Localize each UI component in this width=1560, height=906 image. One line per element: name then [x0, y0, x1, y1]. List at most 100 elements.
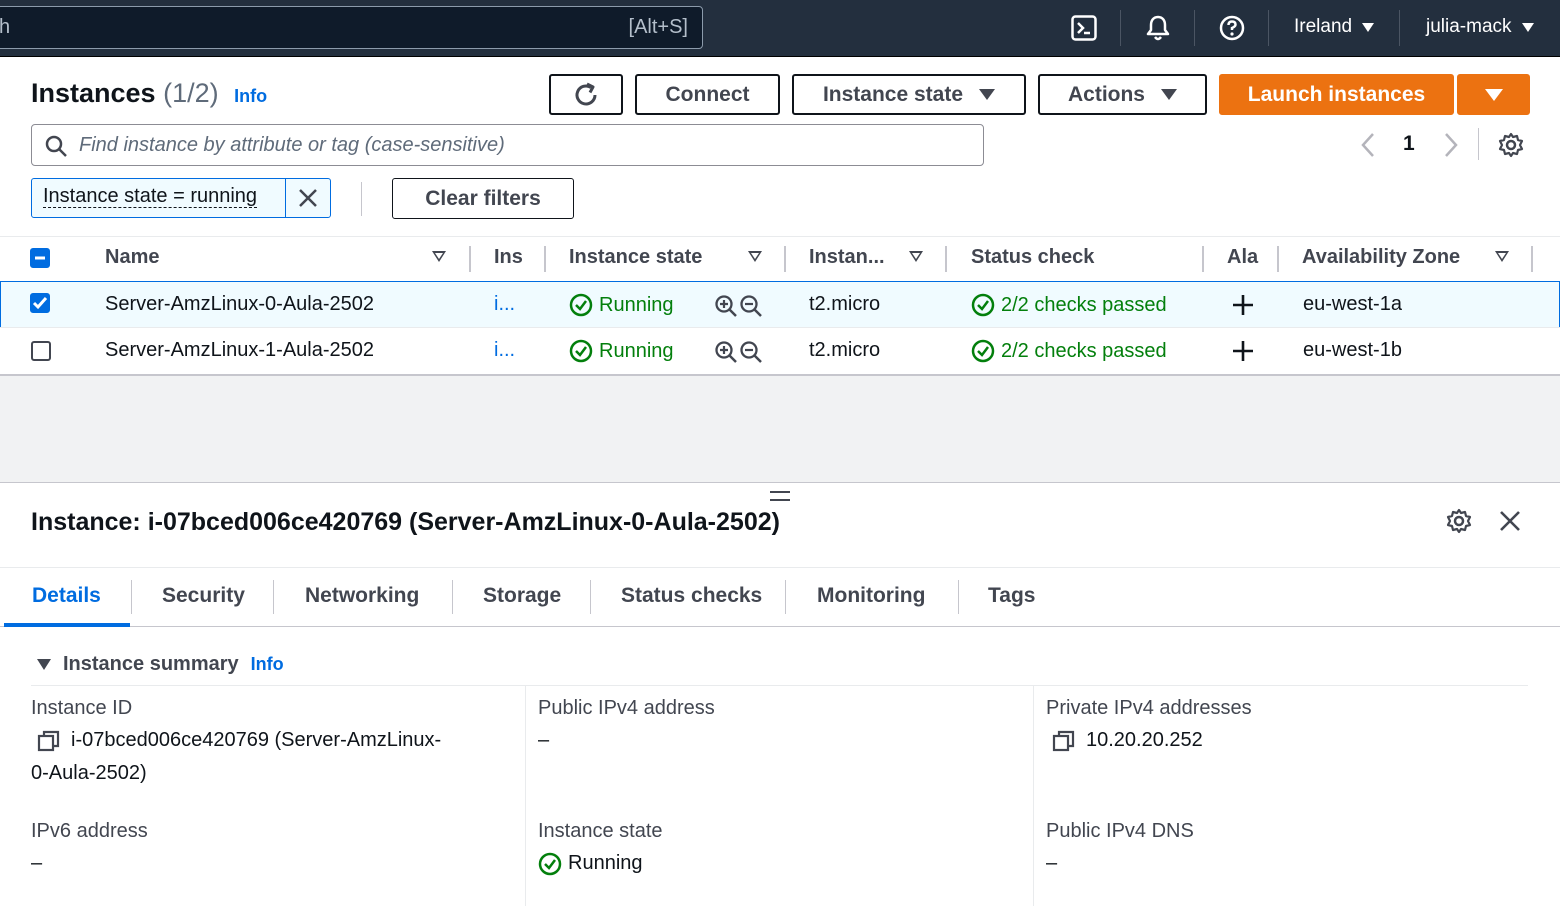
- help-icon[interactable]: [1217, 13, 1247, 43]
- tab-security[interactable]: Security: [162, 584, 245, 608]
- nav-divider: [1268, 10, 1269, 46]
- global-search-input[interactable]: h [Alt+S]: [0, 6, 703, 49]
- launch-dropdown-button[interactable]: [1457, 74, 1530, 115]
- region-label: Ireland: [1294, 16, 1353, 37]
- instance-summary-label: Instance summary: [63, 653, 239, 675]
- tab-tags[interactable]: Tags: [988, 584, 1035, 608]
- launch-instances-button[interactable]: Launch instances: [1219, 74, 1454, 115]
- zoom-in-icon[interactable]: [714, 294, 738, 318]
- column-divider[interactable]: [1202, 246, 1204, 272]
- gear-icon[interactable]: [1497, 131, 1525, 159]
- column-divider[interactable]: [544, 246, 546, 272]
- resize-handle[interactable]: [770, 491, 790, 501]
- cloudshell-icon[interactable]: [1069, 13, 1099, 43]
- availability-zone: eu-west-1a: [1303, 293, 1402, 315]
- column-header-alarm[interactable]: Ala: [1227, 246, 1258, 269]
- info-link[interactable]: Info: [251, 654, 284, 675]
- add-alarm-icon[interactable]: [1231, 293, 1255, 317]
- filter-token-label: Instance state = running: [43, 185, 258, 208]
- remove-filter-button[interactable]: [286, 179, 330, 217]
- instance-id-link[interactable]: i...: [494, 293, 515, 316]
- instance-state-cell: Running: [569, 293, 674, 317]
- next-page-icon[interactable]: [1441, 132, 1461, 158]
- column-header-status-check[interactable]: Status check: [971, 246, 1094, 269]
- table-row[interactable]: Server-AmzLinux-1-Aula-2502 i... Running…: [0, 327, 1560, 374]
- details-title: Instance: i-07bced006ce420769 (Server-Am…: [31, 508, 780, 536]
- sort-icon[interactable]: [1495, 251, 1509, 262]
- page-title-text: Instances: [31, 78, 156, 108]
- status-check-cell: 2/2 checks passed: [971, 339, 1167, 363]
- caret-down-icon: [979, 89, 996, 100]
- filter-token-text[interactable]: Instance state = running: [32, 179, 286, 217]
- sort-icon[interactable]: [432, 251, 446, 262]
- clear-filters-label: Clear filters: [425, 186, 541, 210]
- ipv6-label: IPv6 address: [31, 820, 148, 842]
- instance-summary-header[interactable]: Instance summary Info: [37, 653, 284, 676]
- row-checkbox[interactable]: [30, 293, 50, 313]
- clear-filters-button[interactable]: Clear filters: [392, 178, 574, 219]
- instance-id-link[interactable]: i...: [494, 339, 515, 362]
- copy-icon[interactable]: [1052, 729, 1076, 753]
- tab-monitoring[interactable]: Monitoring: [817, 584, 925, 608]
- bell-icon[interactable]: [1143, 13, 1173, 43]
- tab-divider: [273, 580, 274, 614]
- tab-status-checks[interactable]: Status checks: [621, 584, 762, 608]
- details-panel: [0, 482, 1560, 906]
- info-link[interactable]: Info: [234, 86, 267, 106]
- refresh-button[interactable]: [549, 74, 623, 115]
- filter-placeholder: Find instance by attribute or tag (case-…: [79, 134, 505, 156]
- instance-id-text-line1: i-07bced006ce420769 (Server-AmzLinux-: [71, 729, 442, 751]
- instance-state-text: Running: [568, 852, 643, 874]
- table-row[interactable]: Server-AmzLinux-0-Aula-2502 i... Running…: [0, 281, 1560, 328]
- tab-networking[interactable]: Networking: [305, 584, 419, 608]
- region-selector[interactable]: Ireland: [1294, 16, 1375, 38]
- column-divider: [525, 686, 526, 906]
- indeterminate-icon: [35, 256, 45, 260]
- column-divider[interactable]: [784, 246, 786, 272]
- row-checkbox[interactable]: [31, 341, 51, 361]
- column-divider[interactable]: [945, 246, 947, 272]
- sort-icon[interactable]: [909, 251, 923, 262]
- tab-divider: [958, 580, 959, 614]
- account-menu[interactable]: julia-mack: [1426, 16, 1534, 38]
- table-header: Name Ins Instance state Instan... Status…: [0, 236, 1560, 282]
- column-divider: [1033, 686, 1034, 906]
- search-placeholder: h: [0, 16, 11, 38]
- tab-details[interactable]: Details: [32, 584, 101, 608]
- instance-state-button[interactable]: Instance state: [792, 74, 1026, 115]
- close-icon[interactable]: [1498, 509, 1522, 533]
- copy-icon[interactable]: [37, 729, 61, 753]
- instance-filter-input[interactable]: Find instance by attribute or tag (case-…: [31, 124, 984, 166]
- tab-storage[interactable]: Storage: [483, 584, 561, 608]
- availability-zone: eu-west-1b: [1303, 339, 1402, 361]
- public-dns-value: –: [1046, 852, 1058, 874]
- column-header-instance-state[interactable]: Instance state: [569, 246, 702, 269]
- column-divider[interactable]: [469, 246, 471, 272]
- instance-type: t2.micro: [809, 339, 881, 361]
- actions-button[interactable]: Actions: [1038, 74, 1207, 115]
- add-alarm-icon[interactable]: [1231, 339, 1255, 363]
- caret-down-icon: [1161, 89, 1177, 100]
- previous-page-icon[interactable]: [1358, 132, 1378, 158]
- status-check-text: 2/2 checks passed: [1001, 339, 1167, 362]
- connect-button[interactable]: Connect: [635, 74, 780, 115]
- instance-name: Server-AmzLinux-0-Aula-2502: [105, 293, 375, 315]
- gear-icon[interactable]: [1445, 507, 1473, 535]
- column-header-availability-zone[interactable]: Availability Zone: [1302, 246, 1460, 269]
- column-header-instance-type[interactable]: Instan...: [809, 246, 885, 269]
- column-header-instance-id[interactable]: Ins: [494, 246, 523, 269]
- column-divider[interactable]: [1277, 246, 1279, 272]
- zoom-out-icon[interactable]: [739, 294, 763, 318]
- zoom-in-icon[interactable]: [714, 340, 738, 364]
- zoom-out-icon[interactable]: [739, 340, 763, 364]
- column-header-name[interactable]: Name: [105, 246, 159, 269]
- filter-token[interactable]: Instance state = running: [31, 178, 331, 218]
- column-divider[interactable]: [1531, 246, 1533, 272]
- sort-icon[interactable]: [748, 251, 762, 262]
- actions-label: Actions: [1067, 82, 1145, 106]
- current-page[interactable]: 1: [1403, 132, 1415, 156]
- public-ipv4-label: Public IPv4 address: [538, 697, 715, 719]
- instance-id-label: Instance ID: [31, 697, 133, 719]
- select-all-checkbox[interactable]: [30, 248, 50, 268]
- chevron-down-icon: [1362, 22, 1375, 32]
